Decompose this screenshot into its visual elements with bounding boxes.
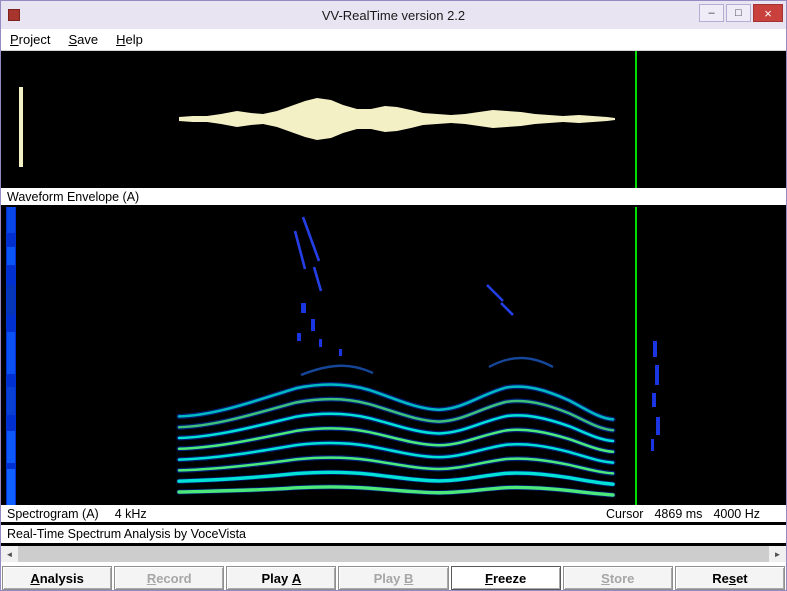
mnemonic: H (116, 32, 126, 47)
play-b-button: Play B (338, 566, 449, 590)
menu-help[interactable]: Help (107, 29, 152, 50)
scrollbar-track[interactable] (18, 546, 769, 562)
spectrogram-label: Spectrogram (A) (7, 506, 99, 521)
button-label: reeze (492, 570, 527, 586)
spectrogram-image (6, 207, 660, 505)
button-label: ecord (156, 570, 192, 586)
mnemonic: s (728, 570, 737, 586)
menu-bar: Project Save Help (1, 29, 786, 51)
scroll-left-button[interactable]: ◄ (1, 546, 18, 562)
mnemonic: F (485, 570, 493, 586)
spectrogram-info-bar: Spectrogram (A) 4 kHz Cursor 4869 ms 400… (1, 505, 786, 522)
button-label: et (736, 570, 748, 586)
close-button[interactable]: × (753, 4, 783, 22)
waveform-image (19, 51, 637, 188)
store-button: Store (562, 566, 673, 590)
cursor-time: 4869 ms (654, 506, 703, 521)
status-bar: Real-Time Spectrum Analysis by VoceVista (1, 525, 786, 543)
mnemonic: A (30, 570, 40, 586)
button-row: Analysis Record Play A Play B Freeze Sto… (1, 566, 786, 590)
button-label: tore (609, 570, 635, 586)
status-text: Real-Time Spectrum Analysis by VoceVista (7, 527, 246, 541)
menu-label: ave (77, 32, 99, 47)
play-a-button[interactable]: Play A (226, 566, 337, 590)
menu-save[interactable]: Save (59, 29, 107, 50)
window-title: VV-RealTime version 2.2 (321, 7, 466, 23)
freeze-button[interactable]: Freeze (450, 566, 561, 590)
reset-button[interactable]: Re s et (674, 566, 785, 590)
button-label: Play (261, 570, 292, 586)
maximize-button[interactable]: □ (726, 4, 751, 22)
waveform-label-bar: Waveform Envelope (A) (1, 188, 786, 205)
mnemonic: S (68, 32, 78, 47)
mnemonic: R (146, 570, 157, 586)
cursor-label: Cursor (605, 506, 644, 521)
horizontal-scrollbar[interactable]: ◄ ► (1, 546, 786, 562)
scrollbar-thumb[interactable] (18, 546, 769, 562)
spectrogram-panel[interactable] (1, 207, 786, 505)
button-label: nalysis (39, 570, 84, 586)
menu-label: roject (18, 32, 51, 47)
mnemonic: B (403, 570, 414, 586)
mnemonic: A (291, 570, 302, 586)
menu-project[interactable]: Project (1, 29, 59, 50)
analysis-button[interactable]: Analysis (2, 566, 113, 590)
mnemonic: P (10, 32, 19, 47)
button-label: Play (373, 570, 404, 586)
mnemonic: S (601, 570, 610, 586)
minimize-button[interactable]: – (699, 4, 724, 22)
menu-label: elp (125, 32, 143, 47)
record-button: Record (114, 566, 225, 590)
waveform-panel[interactable] (1, 51, 786, 188)
scroll-right-button[interactable]: ► (769, 546, 786, 562)
caption-buttons: – □ × (699, 1, 786, 29)
freq-scale-label: 4 kHz (114, 506, 147, 521)
waveform-label: Waveform Envelope (A) (7, 189, 140, 204)
app-window: VV-RealTime version 2.2 – □ × Project Sa… (0, 0, 787, 591)
cursor-freq: 4000 Hz (713, 506, 760, 521)
button-label: Re (712, 570, 729, 586)
title-bar: VV-RealTime version 2.2 – □ × (1, 1, 786, 29)
